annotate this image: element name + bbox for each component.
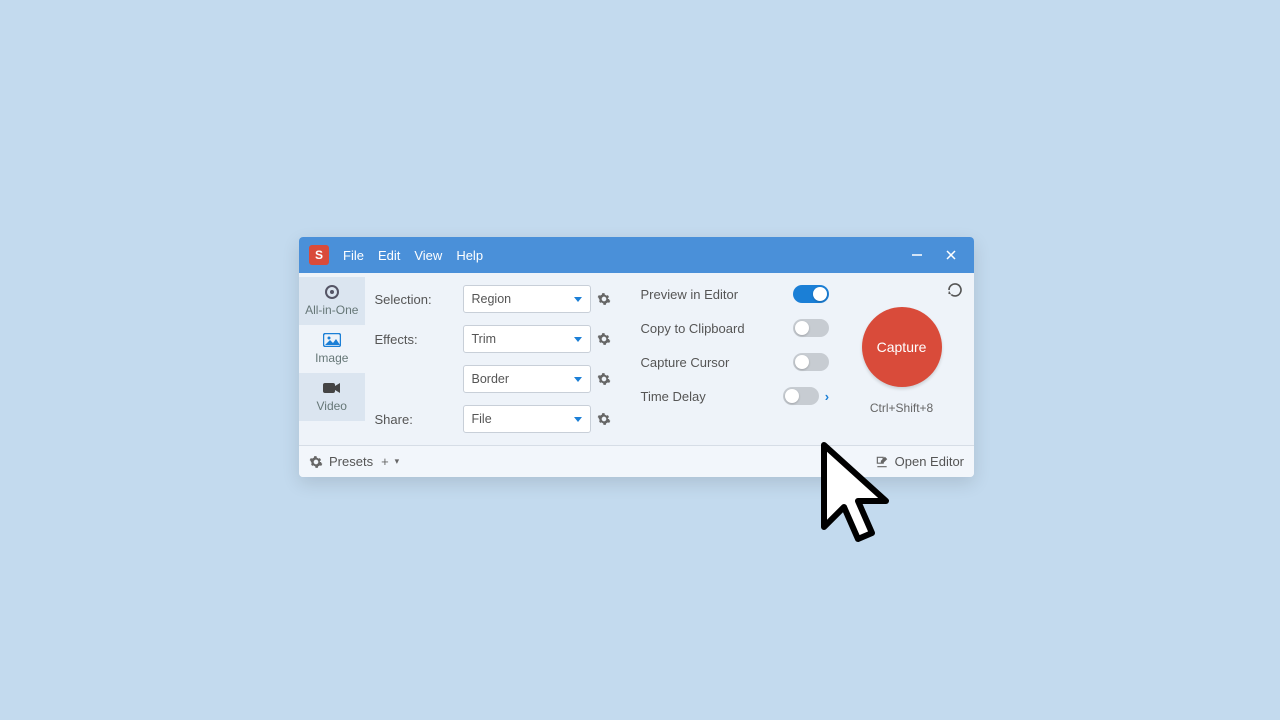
gear-icon[interactable] [597, 292, 611, 306]
presets-button[interactable]: Presets [309, 454, 373, 469]
share-label: Share: [375, 412, 463, 427]
options-panel: Preview in Editor Copy to Clipboard Capt… [633, 273, 830, 445]
capture-label: Capture [877, 339, 927, 355]
tab-label: All-in-One [305, 303, 358, 317]
dropdown-value: Trim [472, 332, 497, 346]
capture-type-tabs: All-in-One Image Video [299, 273, 365, 445]
edit-icon [875, 455, 889, 469]
image-icon [323, 333, 341, 347]
menu-file[interactable]: File [343, 248, 364, 263]
preview-label: Preview in Editor [641, 287, 739, 302]
cursor-toggle[interactable] [793, 353, 829, 371]
clipboard-label: Copy to Clipboard [641, 321, 745, 336]
dropdown-value: Border [472, 372, 510, 386]
dropdown-value: File [472, 412, 492, 426]
window-body: All-in-One Image Video Selection: Region [299, 273, 974, 445]
tab-image[interactable]: Image [299, 325, 365, 373]
menu-view[interactable]: View [414, 248, 442, 263]
video-icon [323, 381, 341, 395]
dropdown-value: Region [472, 292, 512, 306]
chevron-down-icon [574, 417, 582, 422]
add-preset-button[interactable]: + ▾ [381, 454, 399, 469]
tab-video[interactable]: Video [299, 373, 365, 421]
capture-panel: Capture Ctrl+Shift+8 [829, 273, 974, 445]
clipboard-toggle[interactable] [793, 319, 829, 337]
chevron-down-icon [574, 377, 582, 382]
chevron-down-icon [574, 297, 582, 302]
close-button[interactable] [934, 237, 968, 273]
target-icon [323, 285, 341, 299]
footer: Presets + ▾ Open Editor [299, 445, 974, 477]
gear-icon[interactable] [597, 412, 611, 426]
selection-dropdown[interactable]: Region [463, 285, 591, 313]
menu-edit[interactable]: Edit [378, 248, 400, 263]
effect1-dropdown[interactable]: Trim [463, 325, 591, 353]
gear-icon[interactable] [597, 332, 611, 346]
delay-toggle[interactable] [783, 387, 819, 405]
share-dropdown[interactable]: File [463, 405, 591, 433]
selection-label: Selection: [375, 292, 463, 307]
preview-toggle[interactable] [793, 285, 829, 303]
open-editor-label: Open Editor [895, 454, 964, 469]
undo-icon[interactable] [946, 281, 964, 304]
titlebar: S File Edit View Help [299, 237, 974, 273]
capture-button[interactable]: Capture [862, 307, 942, 387]
chevron-down-icon [574, 337, 582, 342]
minimize-button[interactable] [900, 237, 934, 273]
presets-label: Presets [329, 454, 373, 469]
effects-label: Effects: [375, 332, 463, 347]
menu-help[interactable]: Help [456, 248, 483, 263]
tab-label: Image [315, 351, 348, 365]
capture-shortcut: Ctrl+Shift+8 [870, 401, 933, 415]
settings-panel: Selection: Region Effects: Trim [365, 273, 633, 445]
tab-label: Video [317, 399, 347, 413]
tab-all-in-one[interactable]: All-in-One [299, 277, 365, 325]
effect2-dropdown[interactable]: Border [463, 365, 591, 393]
open-editor-button[interactable]: Open Editor [875, 454, 964, 469]
gear-icon[interactable] [597, 372, 611, 386]
capture-window: S File Edit View Help All-in-One Image [299, 237, 974, 477]
gear-icon [309, 455, 323, 469]
delay-label: Time Delay [641, 389, 706, 404]
cursor-label: Capture Cursor [641, 355, 730, 370]
app-icon: S [309, 245, 329, 265]
